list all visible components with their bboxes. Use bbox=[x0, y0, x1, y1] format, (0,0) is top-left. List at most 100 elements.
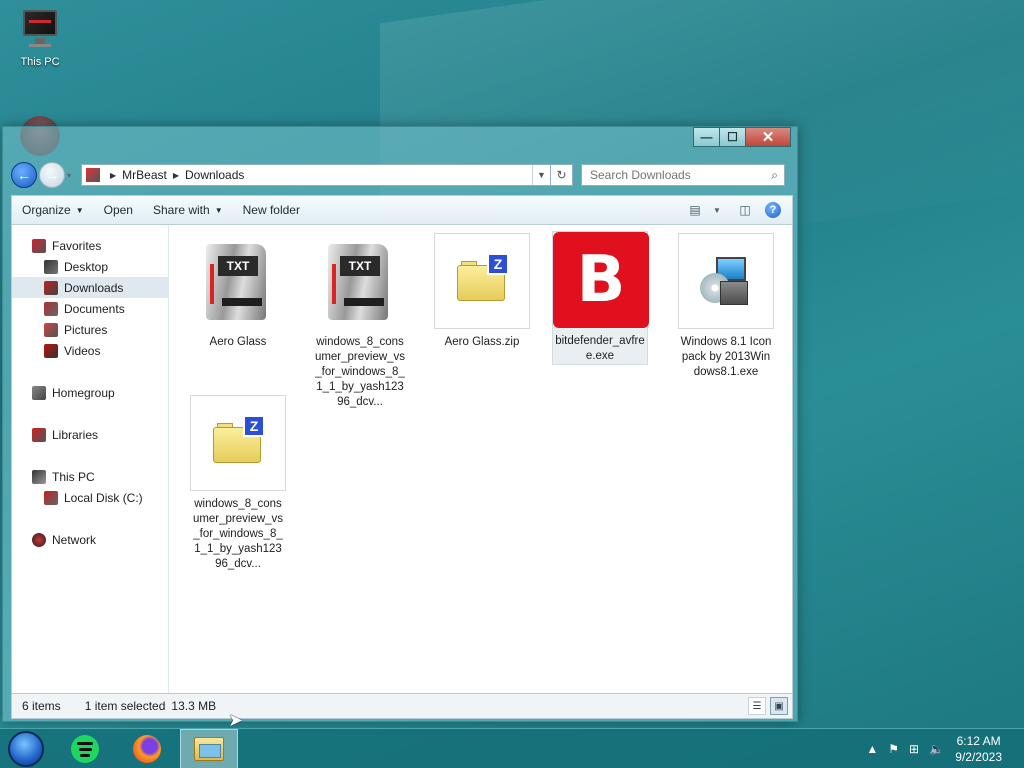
network-status-icon[interactable]: ⊞ bbox=[909, 742, 919, 756]
file-item-selected[interactable]: B bitdefender_avfree.exe bbox=[552, 231, 649, 365]
search-icon[interactable]: ⌕ bbox=[771, 168, 778, 183]
preview-pane-button[interactable]: ◫ bbox=[734, 199, 756, 221]
chevron-right-icon[interactable]: ▶ bbox=[173, 171, 179, 180]
file-item[interactable]: Windows 8.1 Iconpack by 2013Windows8.1.e… bbox=[678, 233, 774, 380]
open-label: Open bbox=[103, 203, 133, 217]
file-name: Aero Glass.zip bbox=[444, 336, 520, 348]
network-icon bbox=[32, 532, 46, 547]
details-view-button[interactable]: ☰ bbox=[748, 697, 766, 715]
view-controls: ▤ ▼ ◫ ? bbox=[678, 196, 784, 224]
taskbar-spotify[interactable] bbox=[56, 729, 114, 768]
nav-videos[interactable]: Videos bbox=[12, 340, 168, 361]
file-name: Windows 8.1 Iconpack by 2013Windows8.1.e… bbox=[680, 336, 772, 378]
help-icon: ? bbox=[765, 202, 781, 218]
file-list: TXT Aero Glass TXT windows_8_consumer_pr… bbox=[178, 231, 792, 693]
videos-icon bbox=[44, 343, 58, 358]
help-button[interactable]: ? bbox=[762, 199, 784, 221]
command-bar: Organize ▼ Open Share with ▼ New folder … bbox=[11, 195, 793, 225]
clock-date: 9/2/2023 bbox=[955, 750, 1002, 764]
explorer-content: Favorites Desktop Downloads Documents Pi… bbox=[11, 225, 793, 693]
firefox-icon bbox=[133, 735, 161, 763]
view-switcher: ☰ ▣ bbox=[744, 697, 788, 715]
nav-pictures[interactable]: Pictures bbox=[12, 319, 168, 340]
organize-label: Organize bbox=[22, 203, 71, 217]
file-item[interactable]: TXT Aero Glass bbox=[190, 233, 286, 350]
desktop-icon-this-pc[interactable]: This PC bbox=[14, 8, 66, 68]
back-button[interactable]: ← bbox=[11, 162, 37, 188]
clock[interactable]: 6:12 AM 9/2/2023 bbox=[955, 733, 1002, 765]
user-folder-icon bbox=[86, 168, 100, 182]
nav-favorites[interactable]: Favorites bbox=[12, 235, 168, 256]
new-folder-label: New folder bbox=[242, 203, 300, 217]
file-name: windows_8_consumer_preview_vs_for_window… bbox=[192, 498, 284, 570]
nav-label: Downloads bbox=[64, 280, 124, 295]
recent-locations-button[interactable]: ▾ bbox=[67, 171, 77, 180]
close-button[interactable]: ✕ bbox=[745, 127, 791, 147]
taskbar-file-explorer[interactable] bbox=[180, 729, 238, 768]
start-button[interactable] bbox=[8, 731, 44, 767]
selection-info: 1 item selected bbox=[84, 699, 166, 713]
open-button[interactable]: Open bbox=[94, 196, 143, 224]
change-view-button[interactable]: ▤ bbox=[684, 199, 706, 221]
large-icons-view-button[interactable]: ▣ bbox=[770, 697, 788, 715]
chevron-down-icon: ▼ bbox=[214, 205, 223, 215]
navigation-bar: ← → ▾ ▶ MrBeast ▶ Downloads ▼ ↻ ⌕ bbox=[11, 161, 791, 189]
zip-folder-icon: Z bbox=[434, 233, 530, 329]
refresh-icon: ↻ bbox=[556, 168, 567, 182]
window-controls: — ☐ ✕ bbox=[693, 127, 791, 147]
desktop-icon-label: This PC bbox=[20, 56, 60, 68]
libraries-icon bbox=[32, 427, 46, 442]
view-options-dropdown[interactable]: ▼ bbox=[706, 199, 728, 221]
bitdefender-icon: B bbox=[553, 232, 649, 328]
nav-documents[interactable]: Documents bbox=[12, 298, 168, 319]
nav-network[interactable]: Network bbox=[12, 529, 168, 550]
setup-installer-icon bbox=[678, 233, 774, 329]
txt-document-icon: TXT bbox=[312, 233, 408, 329]
homegroup-icon bbox=[32, 385, 46, 400]
search-input[interactable] bbox=[590, 168, 760, 182]
nav-label: Local Disk (C:) bbox=[64, 490, 143, 505]
file-name: bitdefender_avfree.exe bbox=[555, 335, 645, 362]
taskbar: ▲ ⚑ ⊞ 🔈 6:12 AM 9/2/2023 bbox=[0, 728, 1024, 768]
view-icon: ▤ bbox=[689, 203, 701, 217]
file-explorer-icon bbox=[194, 737, 224, 761]
downloads-icon bbox=[44, 280, 58, 295]
documents-icon bbox=[44, 301, 58, 316]
computer-icon bbox=[21, 8, 59, 52]
arrow-right-icon: → bbox=[45, 167, 59, 183]
spotify-icon bbox=[71, 735, 99, 763]
breadcrumb-user[interactable]: MrBeast bbox=[122, 168, 167, 182]
file-item[interactable]: Z Aero Glass.zip bbox=[434, 233, 530, 350]
desktop-icon bbox=[44, 259, 58, 274]
nav-homegroup[interactable]: Homegroup bbox=[12, 382, 168, 403]
taskbar-firefox[interactable] bbox=[118, 729, 176, 768]
nav-libraries[interactable]: Libraries bbox=[12, 424, 168, 445]
volume-icon[interactable]: 🔈 bbox=[929, 742, 944, 756]
breadcrumb-downloads[interactable]: Downloads bbox=[185, 168, 244, 182]
system-tray: ▲ ⚑ ⊞ 🔈 bbox=[856, 729, 944, 768]
nav-label: Pictures bbox=[64, 322, 108, 337]
selection-size: 13.3 MB bbox=[171, 699, 217, 713]
nav-desktop[interactable]: Desktop bbox=[12, 256, 168, 277]
status-bar: 6 items 1 item selected 13.3 MB ☰ ▣ bbox=[11, 693, 793, 719]
new-folder-button[interactable]: New folder bbox=[233, 196, 310, 224]
share-with-menu[interactable]: Share with ▼ bbox=[143, 196, 233, 224]
chevron-up-icon[interactable]: ▲ bbox=[866, 742, 878, 756]
maximize-button[interactable]: ☐ bbox=[719, 127, 745, 147]
large-icons-view-icon: ▣ bbox=[774, 700, 784, 712]
flag-icon[interactable]: ⚑ bbox=[888, 742, 899, 756]
file-name: Aero Glass bbox=[209, 336, 267, 348]
minimize-button[interactable]: — bbox=[693, 127, 719, 147]
file-explorer-window: — ☐ ✕ ← → ▾ ▶ MrBeast ▶ Downloads ▼ ↻ ⌕ … bbox=[2, 126, 798, 722]
nav-downloads[interactable]: Downloads bbox=[12, 277, 168, 298]
organize-menu[interactable]: Organize ▼ bbox=[12, 196, 94, 224]
refresh-button[interactable]: ↻ bbox=[551, 164, 573, 186]
file-item[interactable]: TXT windows_8_consumer_preview_vs_for_wi… bbox=[312, 233, 408, 410]
forward-button[interactable]: → bbox=[39, 162, 65, 188]
file-item[interactable]: Z windows_8_consumer_preview_vs_for_wind… bbox=[190, 395, 286, 572]
chevron-right-icon[interactable]: ▶ bbox=[110, 171, 116, 180]
nav-local-disk[interactable]: Local Disk (C:) bbox=[12, 487, 168, 508]
address-bar[interactable]: ▶ MrBeast ▶ Downloads ▼ bbox=[81, 164, 551, 186]
nav-this-pc[interactable]: This PC bbox=[12, 466, 168, 487]
chevron-down-icon[interactable]: ▼ bbox=[532, 165, 550, 185]
